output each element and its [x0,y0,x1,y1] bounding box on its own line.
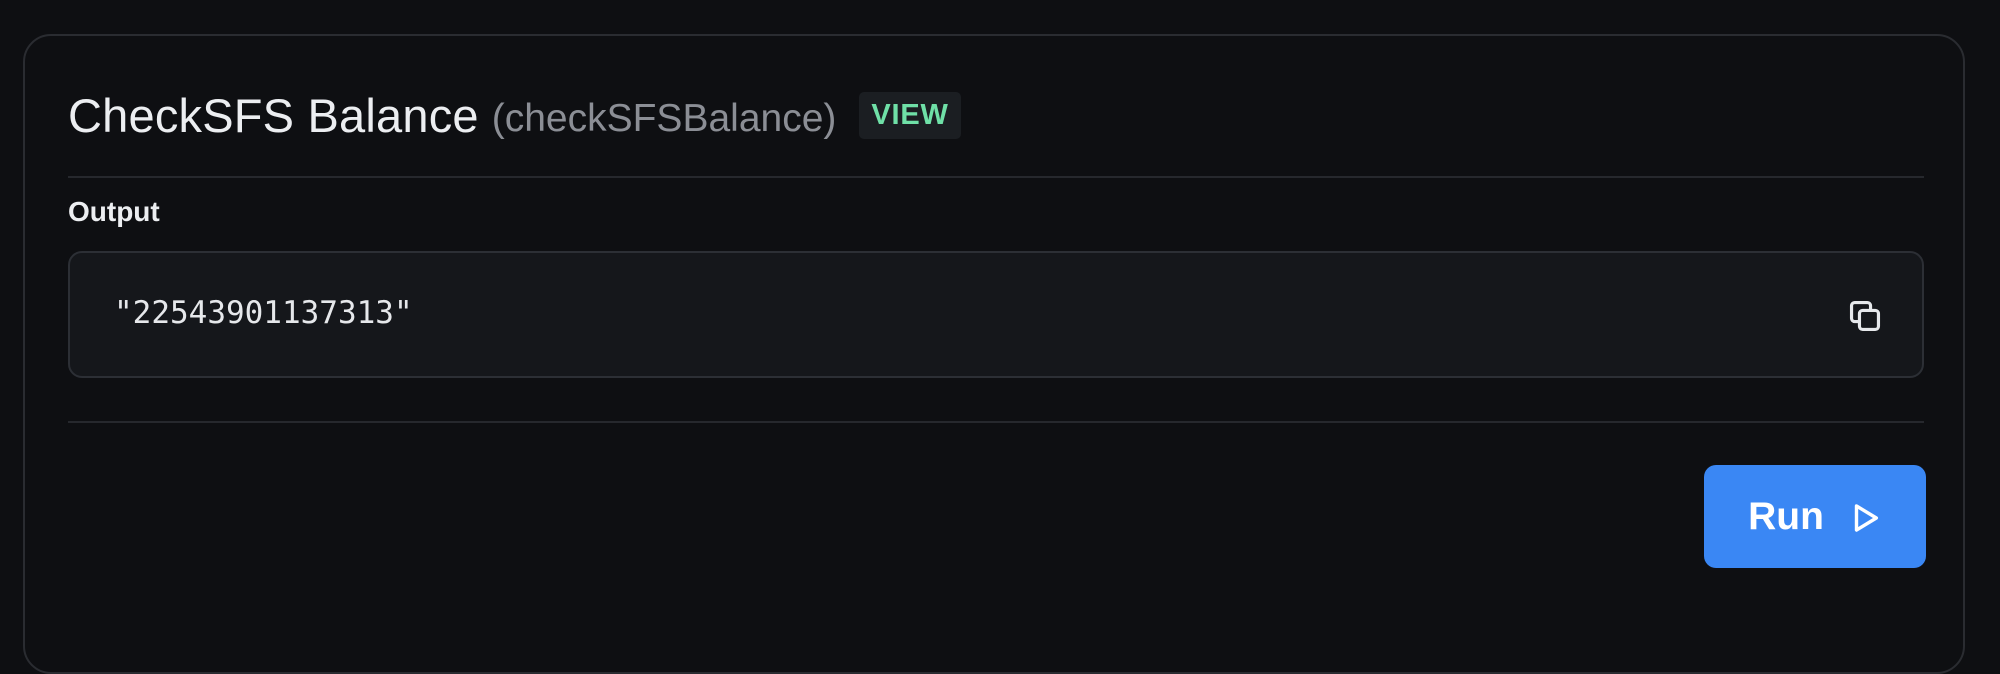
output-box: "22543901137313" [68,251,1924,378]
function-card: CheckSFS Balance (checkSFSBalance) VIEW … [23,34,1965,674]
header-divider [68,176,1924,178]
view-badge: VIEW [859,92,961,139]
function-title: CheckSFS Balance [68,89,479,142]
function-identifier: (checkSFSBalance) [491,96,837,140]
copy-icon[interactable] [1846,297,1884,335]
run-button-label: Run [1748,494,1824,538]
play-icon [1848,501,1882,535]
footer-divider [68,421,1924,423]
output-label: Output [68,196,160,227]
run-button[interactable]: Run [1704,465,1926,568]
function-header: CheckSFS Balance (checkSFSBalance) VIEW [68,88,961,143]
output-value: "22543901137313" [114,295,413,331]
